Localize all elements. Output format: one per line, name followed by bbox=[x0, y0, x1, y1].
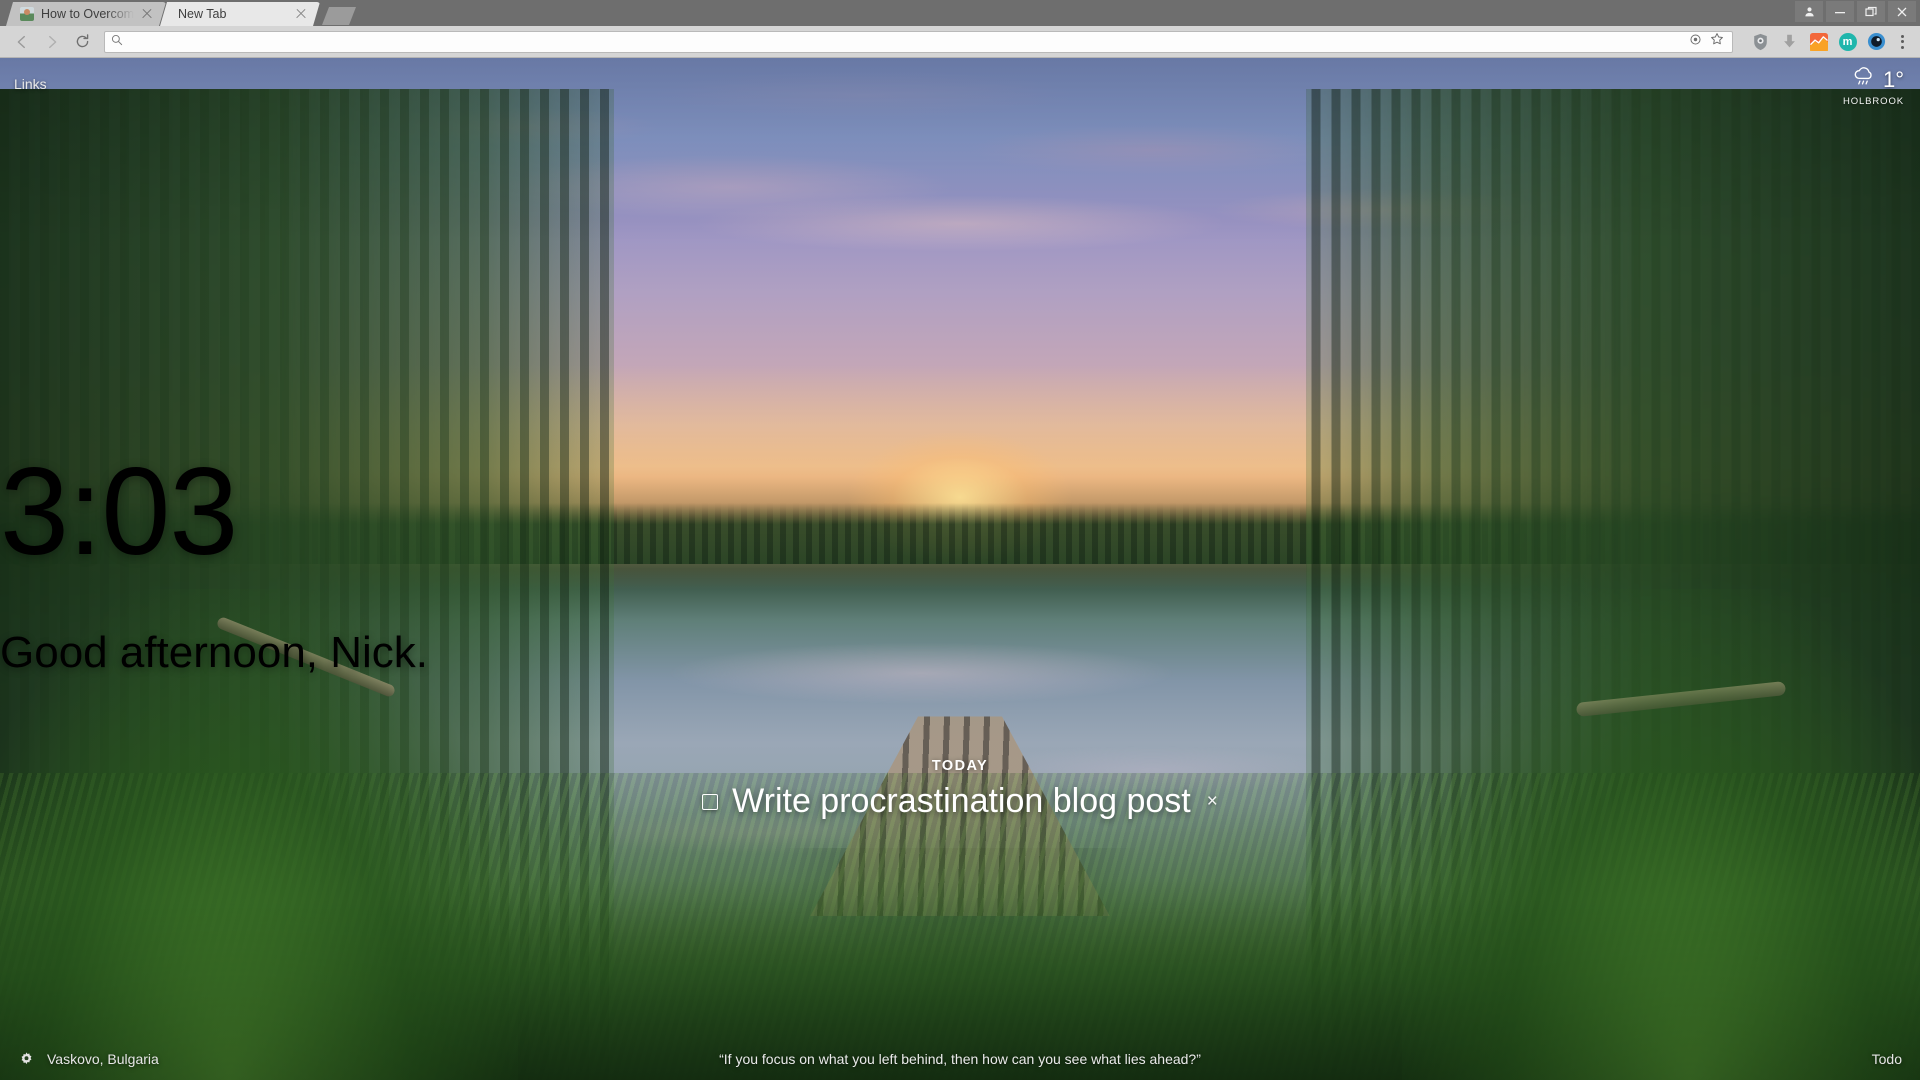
analytics-chart-icon[interactable] bbox=[1809, 32, 1828, 51]
browser-toolbar: m bbox=[0, 26, 1920, 58]
browser-tab-title: New Tab bbox=[178, 7, 227, 21]
privacy-badger-icon[interactable] bbox=[1751, 32, 1770, 51]
momentum-icon[interactable]: m bbox=[1838, 32, 1857, 51]
address-input[interactable] bbox=[129, 34, 1683, 49]
location-label[interactable]: Vaskovo, Bulgaria bbox=[47, 1051, 159, 1067]
todo-text[interactable]: Write procrastination blog post bbox=[732, 782, 1191, 821]
weather-temperature: 1° bbox=[1882, 66, 1904, 92]
weather-city: HOLBROOK bbox=[1842, 96, 1904, 107]
profile-avatar-icon[interactable] bbox=[1795, 1, 1823, 22]
new-tab-button[interactable] bbox=[322, 7, 356, 25]
maximize-icon[interactable] bbox=[1857, 1, 1885, 22]
window-controls bbox=[1795, 1, 1916, 22]
reload-icon[interactable] bbox=[68, 28, 96, 56]
search-icon bbox=[111, 33, 123, 51]
todo-remove-icon[interactable]: × bbox=[1207, 791, 1218, 813]
dark-reader-icon[interactable] bbox=[1867, 32, 1886, 51]
todo-item[interactable]: Write procrastination blog post × bbox=[0, 782, 1920, 821]
browser-tab-0[interactable]: How to Overcome Pro bbox=[6, 2, 166, 26]
focus-todo-block: TODAY Write procrastination blog post × bbox=[0, 758, 1920, 821]
extension-icons: m bbox=[1751, 32, 1886, 51]
back-arrow-icon[interactable] bbox=[8, 28, 36, 56]
browser-tab-title: How to Overcome Pro bbox=[41, 7, 134, 21]
quote-text: “If you focus on what you left behind, t… bbox=[719, 1051, 1201, 1067]
clock: 3:03 bbox=[0, 443, 238, 581]
address-bar[interactable] bbox=[104, 30, 1733, 53]
avatar-favicon bbox=[20, 7, 34, 21]
greeting[interactable]: Good afternoon, Nick. bbox=[0, 628, 1920, 678]
momentum-letter: m bbox=[1838, 32, 1857, 51]
browser-tab-strip: How to Overcome Pro New Tab bbox=[0, 0, 1920, 26]
gear-icon[interactable] bbox=[18, 1051, 35, 1068]
download-arrow-icon[interactable] bbox=[1780, 32, 1799, 51]
forward-arrow-icon[interactable] bbox=[38, 28, 66, 56]
new-tab-page: Links 1° HOLBROOK 3:03 Good afternoon, N… bbox=[0, 58, 1920, 1080]
location-target-icon[interactable] bbox=[1689, 33, 1702, 51]
todo-link[interactable]: Todo bbox=[1872, 1051, 1902, 1067]
bookmark-star-icon[interactable] bbox=[1710, 32, 1724, 51]
minimize-icon[interactable] bbox=[1826, 1, 1854, 22]
three-dot-menu-icon[interactable] bbox=[1892, 34, 1912, 49]
rain-cloud-icon bbox=[1851, 66, 1877, 93]
browser-tab-1[interactable]: New Tab bbox=[160, 2, 320, 26]
footer-bar: Vaskovo, Bulgaria “If you focus on what … bbox=[0, 1046, 1920, 1072]
tab-close-icon[interactable] bbox=[140, 7, 154, 21]
close-icon[interactable] bbox=[1888, 1, 1916, 22]
todo-checkbox[interactable] bbox=[702, 793, 719, 810]
links-button[interactable]: Links bbox=[14, 76, 47, 92]
momentum-overlay: Links 1° HOLBROOK 3:03 Good afternoon, N… bbox=[0, 58, 1920, 1080]
weather-widget[interactable]: 1° HOLBROOK bbox=[1843, 66, 1904, 107]
today-label: TODAY bbox=[931, 758, 989, 774]
tab-close-icon[interactable] bbox=[294, 7, 308, 21]
